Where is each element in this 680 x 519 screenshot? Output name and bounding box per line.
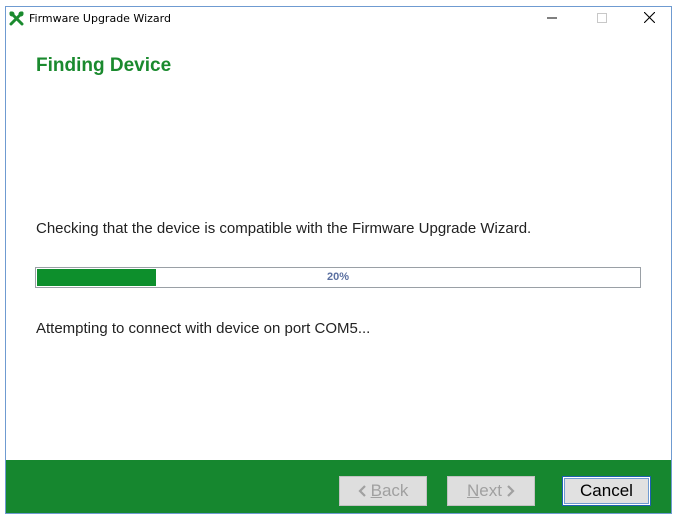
status-text: Attempting to connect with device on por… <box>36 320 371 337</box>
wrench-screwdriver-icon <box>9 11 24 26</box>
minimize-icon <box>547 10 557 28</box>
next-button[interactable]: Next <box>447 476 535 506</box>
wizard-window: Firmware Upgrade Wizard Finding Device C… <box>5 6 672 514</box>
back-button[interactable]: Back <box>339 476 427 506</box>
back-button-mnemonic: B <box>370 481 382 500</box>
chevron-right-icon <box>505 485 515 497</box>
progress-label: 20% <box>326 271 350 283</box>
page-description: Checking that the device is compatible w… <box>36 220 532 237</box>
maximize-icon <box>597 10 607 28</box>
wizard-footer: Back Next Cancel <box>6 460 671 513</box>
close-button[interactable] <box>626 7 672 31</box>
cancel-button-label: Cancel <box>580 481 633 500</box>
next-button-mnemonic: N <box>467 481 480 500</box>
close-icon <box>643 10 655 28</box>
title-bar[interactable]: Firmware Upgrade Wizard <box>6 7 671 31</box>
back-button-label: ack <box>381 481 409 500</box>
page-heading: Finding Device <box>36 55 172 76</box>
next-button-label: ext <box>479 481 502 500</box>
minimize-button[interactable] <box>529 7 575 31</box>
chevron-left-icon <box>358 485 368 497</box>
progress-bar: 20% <box>35 267 641 288</box>
cancel-button[interactable]: Cancel <box>562 476 651 506</box>
maximize-button[interactable] <box>579 7 625 31</box>
window-title: Firmware Upgrade Wizard <box>29 12 171 25</box>
